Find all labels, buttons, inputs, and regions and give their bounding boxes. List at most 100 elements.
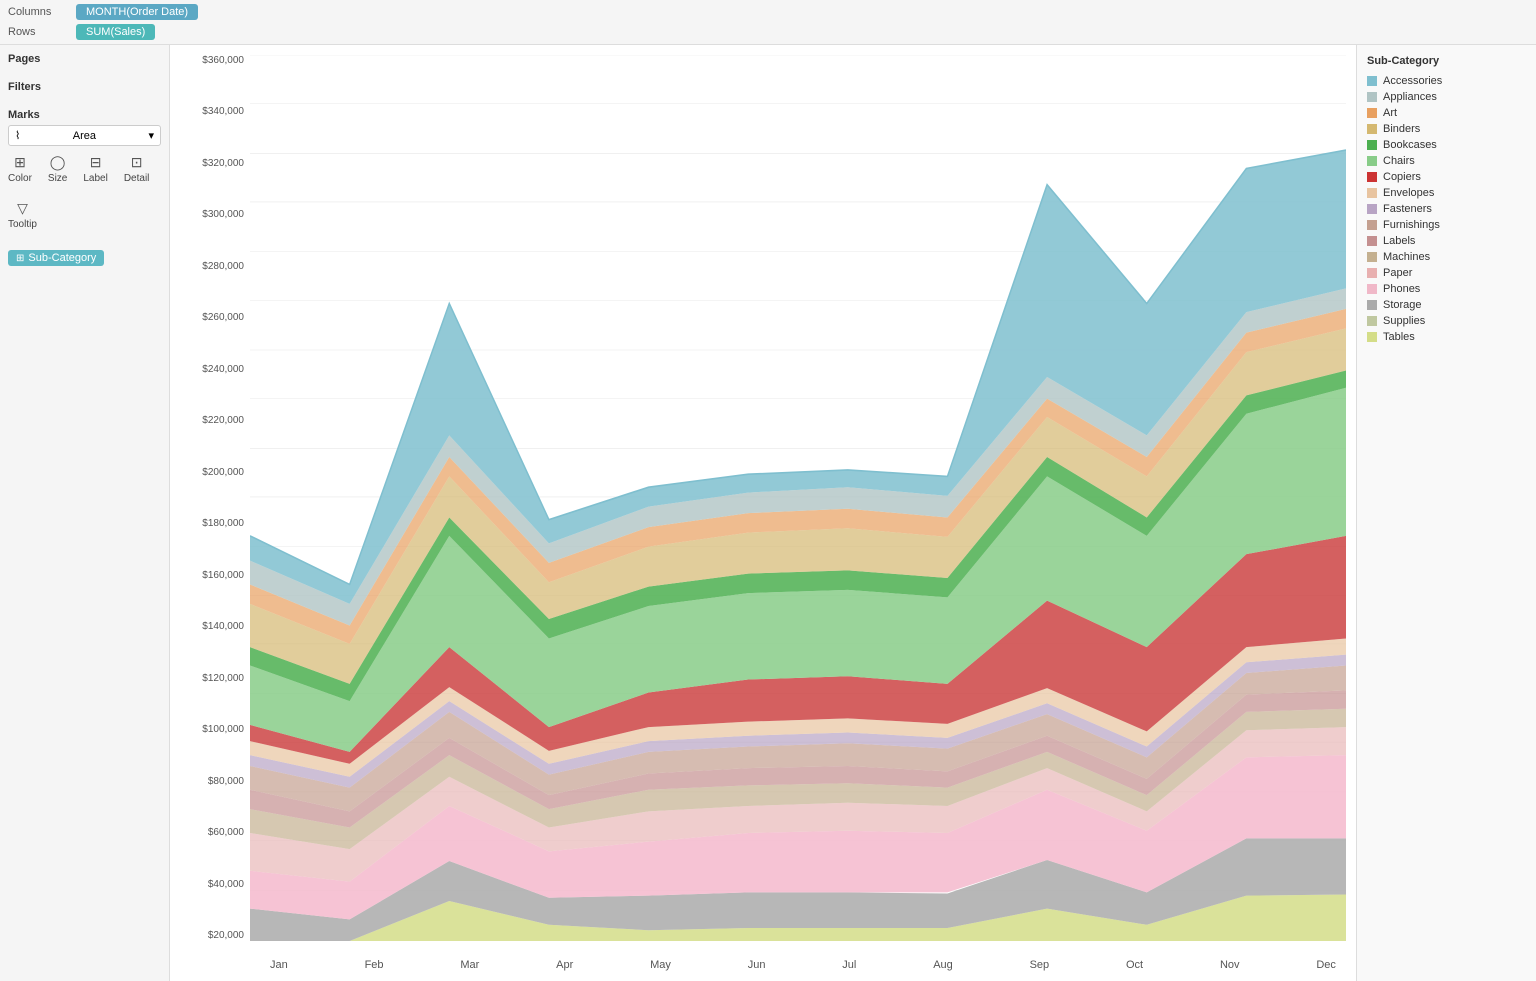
legend-swatch <box>1367 332 1377 342</box>
pages-section: Pages <box>8 53 161 69</box>
chevron-down-icon: ▾ <box>148 129 154 142</box>
legend-item[interactable]: Furnishings <box>1367 219 1526 231</box>
legend-label: Paper <box>1383 267 1412 279</box>
right-panel: Sub-Category Accessories Appliances Art Bin… <box>1356 45 1536 981</box>
rows-value[interactable]: SUM(Sales) <box>76 24 155 40</box>
grid-icon: ⊞ <box>16 253 24 264</box>
legend-label: Tables <box>1383 331 1415 343</box>
x-label-jan: Jan <box>270 959 288 971</box>
legend-label: Phones <box>1383 283 1420 295</box>
legend-title: Sub-Category <box>1367 55 1526 67</box>
columns-row: Columns MONTH(Order Date) <box>8 4 1528 20</box>
pages-title: Pages <box>8 53 161 65</box>
legend-swatch <box>1367 204 1377 214</box>
tooltip-mark[interactable]: ▽ Tooltip <box>8 200 37 230</box>
y-axis: $360,000 $340,000 $320,000 $300,000 $280… <box>170 55 250 941</box>
x-axis: Jan Feb Mar Apr May Jun Jul Aug Sep Oct … <box>250 959 1356 971</box>
legend-swatch <box>1367 76 1377 86</box>
legend-label: Supplies <box>1383 315 1425 327</box>
marks-area-icon: ⌇ <box>15 129 20 142</box>
marks-type-dropdown[interactable]: ⌇ Area ▾ <box>8 125 161 146</box>
legend-item[interactable]: Phones <box>1367 283 1526 295</box>
legend-item[interactable]: Supplies <box>1367 315 1526 327</box>
marks-icons-group: ⊞ Color ◯ Size ⊟ Label ⊡ Detail ▽ Tool <box>8 154 161 230</box>
label-mark[interactable]: ⊟ Label <box>83 154 107 184</box>
y-label-60: $60,000 <box>208 827 244 838</box>
y-label-280: $280,000 <box>202 261 244 272</box>
rows-row: Rows SUM(Sales) <box>8 24 1528 40</box>
y-label-40: $40,000 <box>208 879 244 890</box>
y-label-140: $140,000 <box>202 621 244 632</box>
x-label-sep: Sep <box>1030 959 1050 971</box>
detail-label: Detail <box>124 173 150 184</box>
legend-label: Binders <box>1383 123 1420 135</box>
legend-swatch <box>1367 300 1377 310</box>
y-label-240: $240,000 <box>202 364 244 375</box>
legend-label: Bookcases <box>1383 139 1437 151</box>
legend-label: Machines <box>1383 251 1430 263</box>
marks-type-label: Area <box>73 130 96 142</box>
legend-label: Appliances <box>1383 91 1437 103</box>
tooltip-label: Tooltip <box>8 219 37 230</box>
legend-item[interactable]: Paper <box>1367 267 1526 279</box>
y-label-180: $180,000 <box>202 518 244 529</box>
legend-swatch <box>1367 220 1377 230</box>
color-icon: ⊞ <box>14 154 26 171</box>
top-bar: Columns MONTH(Order Date) Rows SUM(Sales… <box>0 0 1536 45</box>
legend-swatch <box>1367 252 1377 262</box>
sub-category-label: Sub-Category <box>28 252 96 264</box>
sub-category-pill[interactable]: ⊞ Sub-Category <box>8 250 104 266</box>
y-label-320: $320,000 <box>202 158 244 169</box>
legend-item[interactable]: Machines <box>1367 251 1526 263</box>
legend-swatch <box>1367 268 1377 278</box>
size-mark[interactable]: ◯ Size <box>48 154 67 184</box>
y-label-300: $300,000 <box>202 209 244 220</box>
legend-item[interactable]: Copiers <box>1367 171 1526 183</box>
legend-label: Furnishings <box>1383 219 1440 231</box>
y-label-160: $160,000 <box>202 570 244 581</box>
size-icon: ◯ <box>50 154 66 171</box>
legend-items: Accessories Appliances Art Binders Bookcases… <box>1367 75 1526 343</box>
legend-label: Labels <box>1383 235 1415 247</box>
legend-label: Envelopes <box>1383 187 1434 199</box>
filters-title: Filters <box>8 81 161 93</box>
color-mark[interactable]: ⊞ Color <box>8 154 32 184</box>
x-label-aug: Aug <box>933 959 953 971</box>
x-label-feb: Feb <box>365 959 384 971</box>
legend-item[interactable]: Tables <box>1367 331 1526 343</box>
legend-item[interactable]: Chairs <box>1367 155 1526 167</box>
legend-item[interactable]: Storage <box>1367 299 1526 311</box>
marks-title: Marks <box>8 109 161 121</box>
columns-value[interactable]: MONTH(Order Date) <box>76 4 198 20</box>
x-label-jul: Jul <box>842 959 856 971</box>
chart-container: $360,000 $340,000 $320,000 $300,000 $280… <box>170 45 1356 981</box>
detail-mark[interactable]: ⊡ Detail <box>124 154 150 184</box>
legend-swatch <box>1367 284 1377 294</box>
main-layout: Pages Filters Marks ⌇ Area ▾ ⊞ Color ◯ S… <box>0 45 1536 981</box>
filters-section: Filters <box>8 81 161 97</box>
y-label-100: $100,000 <box>202 724 244 735</box>
x-label-may: May <box>650 959 671 971</box>
y-label-80: $80,000 <box>208 776 244 787</box>
x-label-dec: Dec <box>1316 959 1336 971</box>
x-label-oct: Oct <box>1126 959 1143 971</box>
color-label: Color <box>8 173 32 184</box>
legend-item[interactable]: Fasteners <box>1367 203 1526 215</box>
legend-item[interactable]: Art <box>1367 107 1526 119</box>
area-chart-svg <box>250 55 1346 941</box>
legend-item[interactable]: Accessories <box>1367 75 1526 87</box>
x-label-jun: Jun <box>748 959 766 971</box>
legend-item[interactable]: Binders <box>1367 123 1526 135</box>
legend-label: Chairs <box>1383 155 1415 167</box>
legend-item[interactable]: Labels <box>1367 235 1526 247</box>
legend-item[interactable]: Appliances <box>1367 91 1526 103</box>
marks-section: Marks ⌇ Area ▾ ⊞ Color ◯ Size ⊟ Label <box>8 109 161 266</box>
legend-swatch <box>1367 236 1377 246</box>
legend-label: Fasteners <box>1383 203 1432 215</box>
sub-category-row: ⊞ Sub-Category <box>8 246 161 266</box>
columns-label: Columns <box>8 6 68 18</box>
y-label-260: $260,000 <box>202 312 244 323</box>
legend-swatch <box>1367 124 1377 134</box>
legend-item[interactable]: Bookcases <box>1367 139 1526 151</box>
legend-item[interactable]: Envelopes <box>1367 187 1526 199</box>
